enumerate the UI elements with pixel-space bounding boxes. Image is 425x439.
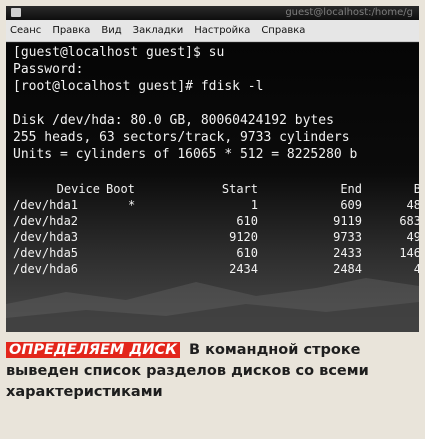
- table-header-device: Device: [56, 182, 100, 196]
- menu-settings[interactable]: Настройка: [194, 25, 250, 36]
- table-cell-blocks: 4: [413, 262, 419, 276]
- table-header-boot: Boot: [106, 182, 135, 196]
- table-cell-blocks: 48: [406, 198, 419, 212]
- terminal-line: Disk /dev/hda: 80.0 GB, 80060424192 byte…: [13, 113, 334, 128]
- terminal-output[interactable]: [guest@localhost guest]$ su Password: [r…: [6, 43, 419, 332]
- table-cell-start: 9120: [229, 230, 258, 244]
- menu-view[interactable]: Вид: [101, 25, 121, 36]
- title-bar: guest@localhost:/home/g: [6, 6, 419, 20]
- table-cell-device: /dev/hda3: [13, 230, 79, 244]
- table-header-blocks: B: [413, 182, 419, 196]
- table-cell-start: 610: [236, 214, 258, 228]
- menu-bookmarks[interactable]: Закладки: [133, 25, 184, 36]
- figure-caption: ОПРЕДЕЛЯЕМ ДИСК В командной строке вывед…: [6, 340, 406, 403]
- table-cell-boot: *: [128, 198, 136, 212]
- table-cell-blocks: 146: [399, 246, 419, 260]
- table-cell-start: 610: [236, 246, 258, 260]
- table-cell-device: /dev/hda5: [13, 246, 79, 260]
- terminal-line: [guest@localhost guest]$ su: [13, 45, 225, 60]
- menu-edit[interactable]: Правка: [52, 25, 90, 36]
- caption-tag: ОПРЕДЕЛЯЕМ ДИСК: [6, 342, 180, 358]
- menu-session[interactable]: Сеанс: [10, 25, 41, 36]
- table-cell-blocks: 683: [399, 214, 419, 228]
- table-cell-start: 1: [250, 198, 258, 212]
- terminal-app-icon: [11, 8, 21, 17]
- terminal-window: guest@localhost:/home/g Сеанс Правка Вид…: [6, 6, 419, 332]
- terminal-line: Password:: [13, 62, 84, 77]
- terminal-line: Units = cylinders of 16065 * 512 = 82252…: [13, 147, 358, 162]
- table-cell-end: 609: [340, 198, 362, 212]
- table-cell-end: 2484: [333, 262, 362, 276]
- terminal-line: [root@localhost guest]# fdisk -l: [13, 79, 264, 94]
- table-cell-end: 9119: [333, 214, 362, 228]
- table-header-end: End: [340, 182, 362, 196]
- menu-bar: Сеанс Правка Вид Закладки Настройка Спра…: [6, 20, 419, 42]
- table-cell-device: /dev/hda1: [13, 198, 79, 212]
- menu-help[interactable]: Справка: [261, 25, 305, 36]
- table-cell-device: /dev/hda2: [13, 214, 79, 228]
- table-cell-start: 2434: [229, 262, 258, 276]
- table-cell-end: 2433: [333, 246, 362, 260]
- table-cell-device: /dev/hda6: [13, 262, 79, 276]
- table-header-start: Start: [221, 182, 258, 196]
- table-cell-blocks: 49: [406, 230, 419, 244]
- terminal-line: 255 heads, 63 sectors/track, 9733 cylind…: [13, 130, 350, 145]
- window-title: guest@localhost:/home/g: [285, 7, 413, 18]
- table-cell-end: 9733: [333, 230, 362, 244]
